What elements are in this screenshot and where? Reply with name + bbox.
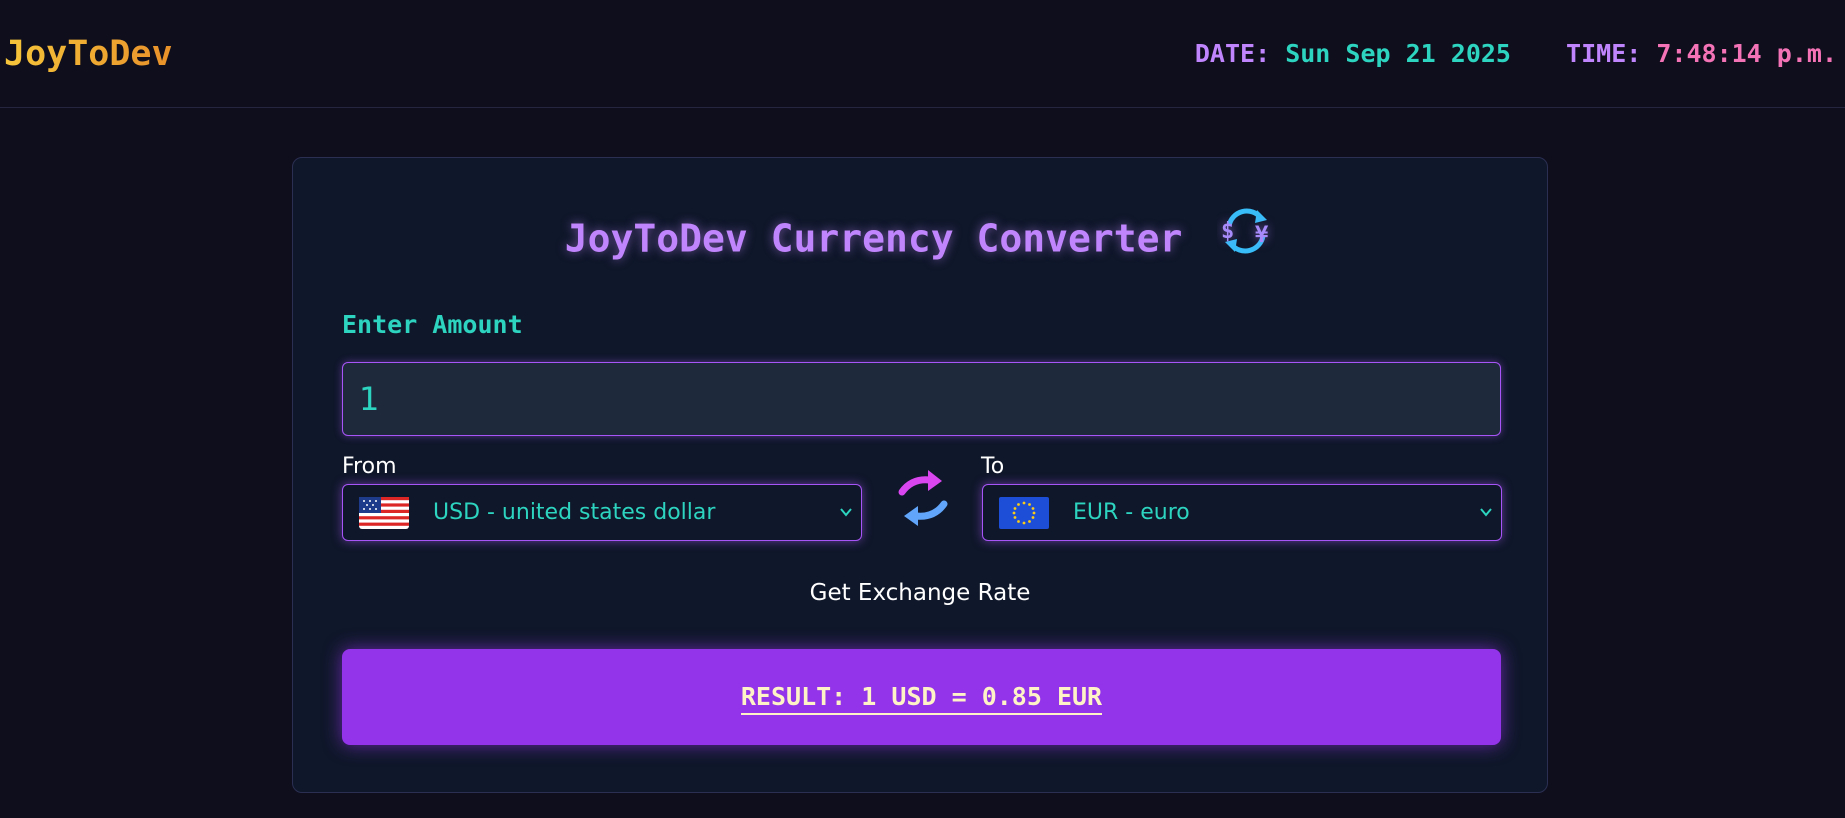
date-time-display: DATE: Sun Sep 21 2025 TIME: 7:48:14 p.m. bbox=[1195, 38, 1837, 70]
svg-text:$: $ bbox=[1221, 219, 1234, 244]
logo[interactable]: JoyToDev bbox=[4, 32, 173, 76]
time-value: 7:48:14 p.m. bbox=[1656, 39, 1837, 68]
to-label: To bbox=[981, 454, 1005, 479]
currency-exchange-icon: $ ¥ bbox=[1217, 202, 1275, 272]
to-currency-value: EUR - euro bbox=[1073, 500, 1190, 525]
chevron-down-icon bbox=[1480, 508, 1492, 517]
amount-label: Enter Amount bbox=[342, 310, 523, 339]
to-currency-select[interactable]: EUR - euro bbox=[982, 484, 1502, 541]
get-exchange-rate-button[interactable]: Get Exchange Rate bbox=[293, 578, 1547, 608]
result-text: RESULT: 1 USD = 0.85 EUR bbox=[740, 682, 1103, 715]
time-label: TIME: bbox=[1566, 39, 1642, 68]
svg-text:¥: ¥ bbox=[1255, 223, 1269, 248]
from-label: From bbox=[342, 454, 397, 479]
chevron-down-icon bbox=[840, 508, 852, 517]
swap-currencies-button[interactable] bbox=[888, 466, 958, 536]
converter-title-row: JoyToDev Currency Converter $ ¥ bbox=[293, 208, 1547, 272]
from-currency-value: USD - united states dollar bbox=[433, 500, 716, 525]
date-label: DATE: bbox=[1194, 39, 1271, 68]
amount-input[interactable] bbox=[342, 362, 1501, 436]
converter-title: JoyToDev Currency Converter bbox=[564, 216, 1183, 261]
top-bar: JoyToDev DATE: Sun Sep 21 2025 TIME: 7:4… bbox=[0, 0, 1845, 108]
swap-arrows-icon bbox=[898, 470, 948, 526]
date-value: Sun Sep 21 2025 bbox=[1285, 39, 1511, 68]
us-flag-icon bbox=[359, 497, 409, 529]
eu-flag-icon bbox=[999, 497, 1049, 529]
converter-card: JoyToDev Currency Converter $ ¥ Enter Am… bbox=[292, 157, 1548, 793]
result-display[interactable]: RESULT: 1 USD = 0.85 EUR bbox=[342, 649, 1501, 745]
from-currency-select[interactable]: USD - united states dollar bbox=[342, 484, 862, 541]
